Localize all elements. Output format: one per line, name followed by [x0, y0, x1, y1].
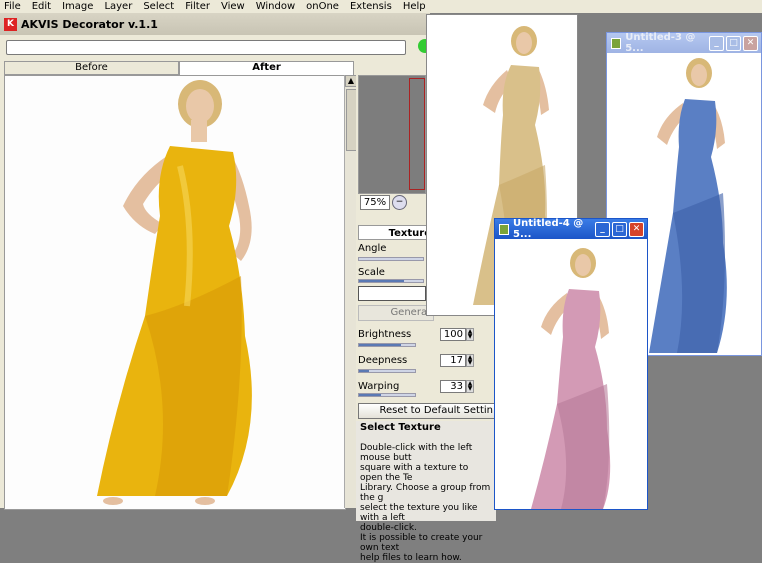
document-icon	[611, 37, 622, 49]
deepness-field[interactable]: 17	[440, 354, 466, 367]
menu-file[interactable]: File	[4, 1, 21, 12]
help-line: help files to learn how.	[360, 553, 462, 563]
untitled-4-title: Untitled-4 @ 5...	[513, 218, 584, 240]
woman-yellow-dress-image	[97, 80, 252, 505]
brightness-slider[interactable]	[358, 343, 416, 347]
scale-slider[interactable]	[358, 279, 424, 283]
menu-view[interactable]: View	[221, 1, 245, 12]
generate-button[interactable]: Generat	[358, 305, 434, 321]
help-title: Select Texture	[360, 422, 441, 433]
minimize-icon[interactable]: _	[709, 35, 724, 51]
menu-window[interactable]: Window	[256, 1, 295, 12]
brightness-field[interactable]: 100	[440, 328, 466, 341]
menu-onone[interactable]: onOne	[306, 1, 339, 12]
brightness-label: Brightness	[358, 329, 412, 340]
help-line: double-click.	[360, 523, 417, 533]
menu-bar: File Edit Image Layer Select Filter View…	[0, 0, 762, 13]
warping-spinner[interactable]: ▲ ▼	[466, 380, 474, 393]
close-icon[interactable]: ✕	[629, 221, 644, 237]
navigator-frame	[409, 78, 425, 190]
image-canvas[interactable]	[4, 75, 346, 510]
reset-defaults-button[interactable]: Reset to Default Settin	[358, 403, 496, 419]
navigator-preview[interactable]	[358, 75, 426, 194]
maximize-icon[interactable]: □	[612, 221, 627, 237]
help-line: Double-click with the left mouse butt	[360, 443, 473, 463]
zoom-field[interactable]: 75%	[360, 195, 390, 210]
texture-select[interactable]	[358, 286, 426, 301]
deepness-slider[interactable]	[358, 369, 416, 373]
angle-label: Angle	[358, 243, 387, 254]
help-box: Select Texture Double-click with the lef…	[356, 421, 496, 563]
akvis-window: K AKVIS Decorator v.1.1 Before After ▲ 7…	[0, 13, 496, 563]
menu-filter[interactable]: Filter	[185, 1, 210, 12]
document-icon	[499, 223, 510, 235]
menu-extensis[interactable]: Extensis	[350, 1, 392, 12]
progress-bar	[6, 40, 406, 55]
warping-slider[interactable]	[358, 393, 416, 397]
menu-edit[interactable]: Edit	[32, 1, 51, 12]
help-line: Library. Choose a group from the g	[360, 483, 491, 503]
menu-image[interactable]: Image	[62, 1, 93, 12]
untitled-3-title: Untitled-3 @ 5...	[625, 32, 696, 54]
tab-after[interactable]: After	[179, 61, 354, 75]
help-line: square with a texture to open the Te	[360, 463, 469, 483]
minimize-icon[interactable]: _	[595, 221, 610, 237]
untitled-4-window: Untitled-4 @ 5... _ □ ✕	[494, 218, 648, 510]
angle-slider[interactable]	[358, 257, 424, 261]
scale-label: Scale	[358, 267, 385, 278]
deepness-label: Deepness	[358, 355, 408, 366]
akvis-logo-icon: K	[4, 17, 17, 31]
help-line: It is possible to create your own text	[360, 533, 483, 553]
untitled-3-title-bar[interactable]: Untitled-3 @ 5... _ □ ✕	[607, 32, 761, 54]
akvis-title-bar: K AKVIS Decorator v.1.1	[0, 13, 430, 35]
close-icon[interactable]: ✕	[743, 35, 758, 51]
menu-layer[interactable]: Layer	[104, 1, 132, 12]
warping-label: Warping	[358, 381, 400, 392]
warping-field[interactable]: 33	[440, 380, 466, 393]
menu-help[interactable]: Help	[403, 1, 426, 12]
zoom-out-icon[interactable]: −	[392, 195, 407, 210]
untitled-4-title-bar[interactable]: Untitled-4 @ 5... _ □ ✕	[495, 218, 647, 240]
brightness-spinner[interactable]: ▲ ▼	[466, 328, 474, 341]
tab-before[interactable]: Before	[4, 61, 179, 75]
akvis-title: AKVIS Decorator v.1.1	[21, 17, 158, 31]
before-after-tabs: Before After	[4, 61, 354, 75]
menu-select[interactable]: Select	[143, 1, 174, 12]
maximize-icon[interactable]: □	[726, 35, 741, 51]
help-line: select the texture you like with a left	[360, 503, 478, 523]
deepness-spinner[interactable]: ▲ ▼	[466, 354, 474, 367]
woman-pink-dress-image	[531, 248, 611, 509]
